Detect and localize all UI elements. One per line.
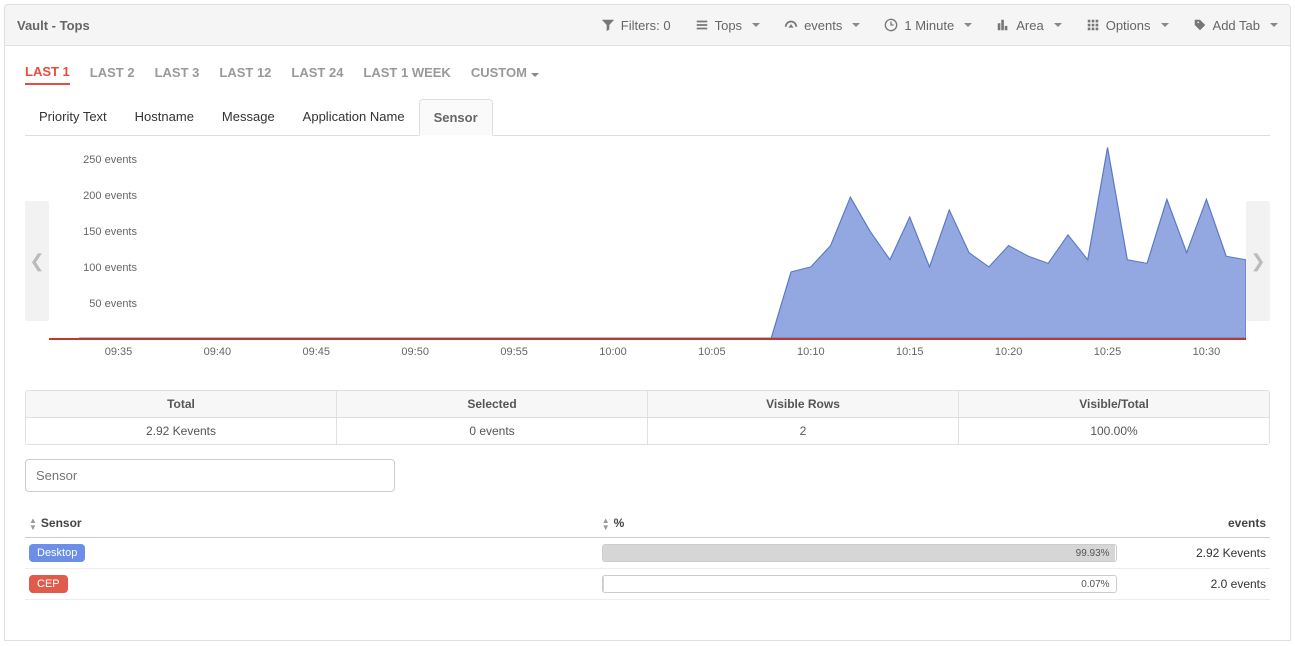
events-value: 2.92 Kevents — [1121, 537, 1270, 568]
x-tick: 10:20 — [995, 346, 1023, 358]
percent-label: 0.07% — [1081, 576, 1109, 593]
range-tab-last-1-week[interactable]: LAST 1 WEEK — [363, 65, 450, 84]
stat-total: Total2.92 Kevents — [26, 391, 337, 444]
stat-label: Selected — [337, 391, 647, 418]
stats-row: Total2.92 KeventsSelected0 eventsVisible… — [25, 390, 1270, 445]
field-tab-sensor[interactable]: Sensor — [419, 99, 493, 136]
field-tabs: Priority TextHostnameMessageApplication … — [25, 99, 1270, 136]
range-tab-last-1[interactable]: LAST 1 — [25, 64, 70, 85]
x-tick: 09:45 — [303, 346, 331, 358]
range-tab-last-24[interactable]: LAST 24 — [291, 65, 343, 84]
sensor-filter-input[interactable] — [25, 459, 395, 492]
stat-value: 2.92 Kevents — [26, 418, 336, 444]
range-tab-last-3[interactable]: LAST 3 — [155, 65, 200, 84]
stat-visible-rows: Visible Rows2 — [648, 391, 959, 444]
percent-bar: 99.93% — [602, 544, 1117, 562]
stat-selected: Selected0 events — [337, 391, 648, 444]
x-tick: 09:55 — [500, 346, 528, 358]
table-row[interactable]: CEP 0.07% 2.0 events — [25, 568, 1270, 599]
x-tick: 09:35 — [105, 346, 133, 358]
toolbar-controls: Filters: 0 Tops events 1 Minute Area Opt… — [601, 18, 1278, 33]
col-events[interactable]: events — [1121, 510, 1270, 537]
x-tick: 10:25 — [1094, 346, 1122, 358]
x-tick: 09:40 — [204, 346, 232, 358]
list-icon — [695, 18, 709, 32]
sensor-badge[interactable]: CEP — [29, 575, 68, 593]
page-title: Vault - Tops — [17, 18, 601, 33]
content-panel: LAST 1 LAST 2 LAST 3 LAST 12 LAST 24 LAST 1 W… — [4, 46, 1291, 641]
col-percent[interactable]: ▲▼% — [598, 510, 1121, 537]
clock-icon — [884, 18, 898, 32]
field-tab-hostname[interactable]: Hostname — [121, 99, 208, 135]
stat-value: 0 events — [337, 418, 647, 444]
stat-label: Visible Rows — [648, 391, 958, 418]
field-tab-priority-text[interactable]: Priority Text — [25, 99, 121, 135]
x-axis: 09:35 09:40 09:45 09:50 09:55 10:00 10:05 10:10… — [49, 340, 1246, 376]
interval-dropdown[interactable]: 1 Minute — [884, 18, 972, 33]
funnel-icon — [601, 18, 615, 32]
col-sensor[interactable]: ▲▼Sensor — [25, 510, 598, 537]
sort-icon: ▲▼ — [29, 517, 37, 531]
x-tick: 10:00 — [599, 346, 627, 358]
options-dropdown[interactable]: Options — [1086, 18, 1169, 33]
percent-bar: 0.07% — [602, 575, 1117, 593]
range-tab-custom[interactable]: CUSTOM — [471, 65, 539, 84]
bar-chart-icon — [996, 18, 1010, 32]
area-chart: 50 events100 events150 events200 events2… — [49, 146, 1246, 376]
chart-prev-button[interactable]: ❮ — [25, 201, 49, 321]
chart-type-dropdown[interactable]: Area — [996, 18, 1061, 33]
add-tab-button[interactable]: Add Tab — [1193, 18, 1278, 33]
events-value: 2.0 events — [1121, 568, 1270, 599]
time-range-tabs: LAST 1 LAST 2 LAST 3 LAST 12 LAST 24 LAST 1 W… — [25, 64, 1270, 85]
tops-dropdown[interactable]: Tops — [695, 18, 760, 33]
chart-svg — [49, 146, 1246, 338]
gauge-icon — [784, 18, 798, 32]
stat-value: 100.00% — [959, 418, 1269, 444]
x-tick: 10:15 — [896, 346, 924, 358]
stat-label: Total — [26, 391, 336, 418]
range-tab-last-2[interactable]: LAST 2 — [90, 65, 135, 84]
x-tick: 10:30 — [1193, 346, 1221, 358]
stat-value: 2 — [648, 418, 958, 444]
plot-area — [49, 146, 1246, 340]
stat-label: Visible/Total — [959, 391, 1269, 418]
range-tab-last-12[interactable]: LAST 12 — [219, 65, 271, 84]
chart-container: ❮ 50 events100 events150 events200 event… — [25, 146, 1270, 376]
x-tick: 10:10 — [797, 346, 825, 358]
filters-button[interactable]: Filters: 0 — [601, 18, 671, 33]
stat-visible-total: Visible/Total100.00% — [959, 391, 1269, 444]
field-tab-application-name[interactable]: Application Name — [289, 99, 419, 135]
sensor-badge[interactable]: Desktop — [29, 544, 85, 562]
x-tick: 09:50 — [401, 346, 429, 358]
percent-label: 99.93% — [1076, 545, 1110, 562]
x-tick: 10:05 — [698, 346, 726, 358]
tag-icon — [1193, 18, 1207, 32]
grid-icon — [1086, 18, 1100, 32]
sensor-table: ▲▼Sensor ▲▼% events Desktop 99.93% 2.92 Ke… — [25, 510, 1270, 600]
sort-icon: ▲▼ — [602, 517, 610, 531]
events-dropdown[interactable]: events — [784, 18, 860, 33]
table-row[interactable]: Desktop 99.93% 2.92 Kevents — [25, 537, 1270, 568]
top-toolbar: Vault - Tops Filters: 0 Tops events 1 Mi… — [4, 4, 1291, 46]
field-tab-message[interactable]: Message — [208, 99, 289, 135]
chart-next-button[interactable]: ❯ — [1246, 201, 1270, 321]
